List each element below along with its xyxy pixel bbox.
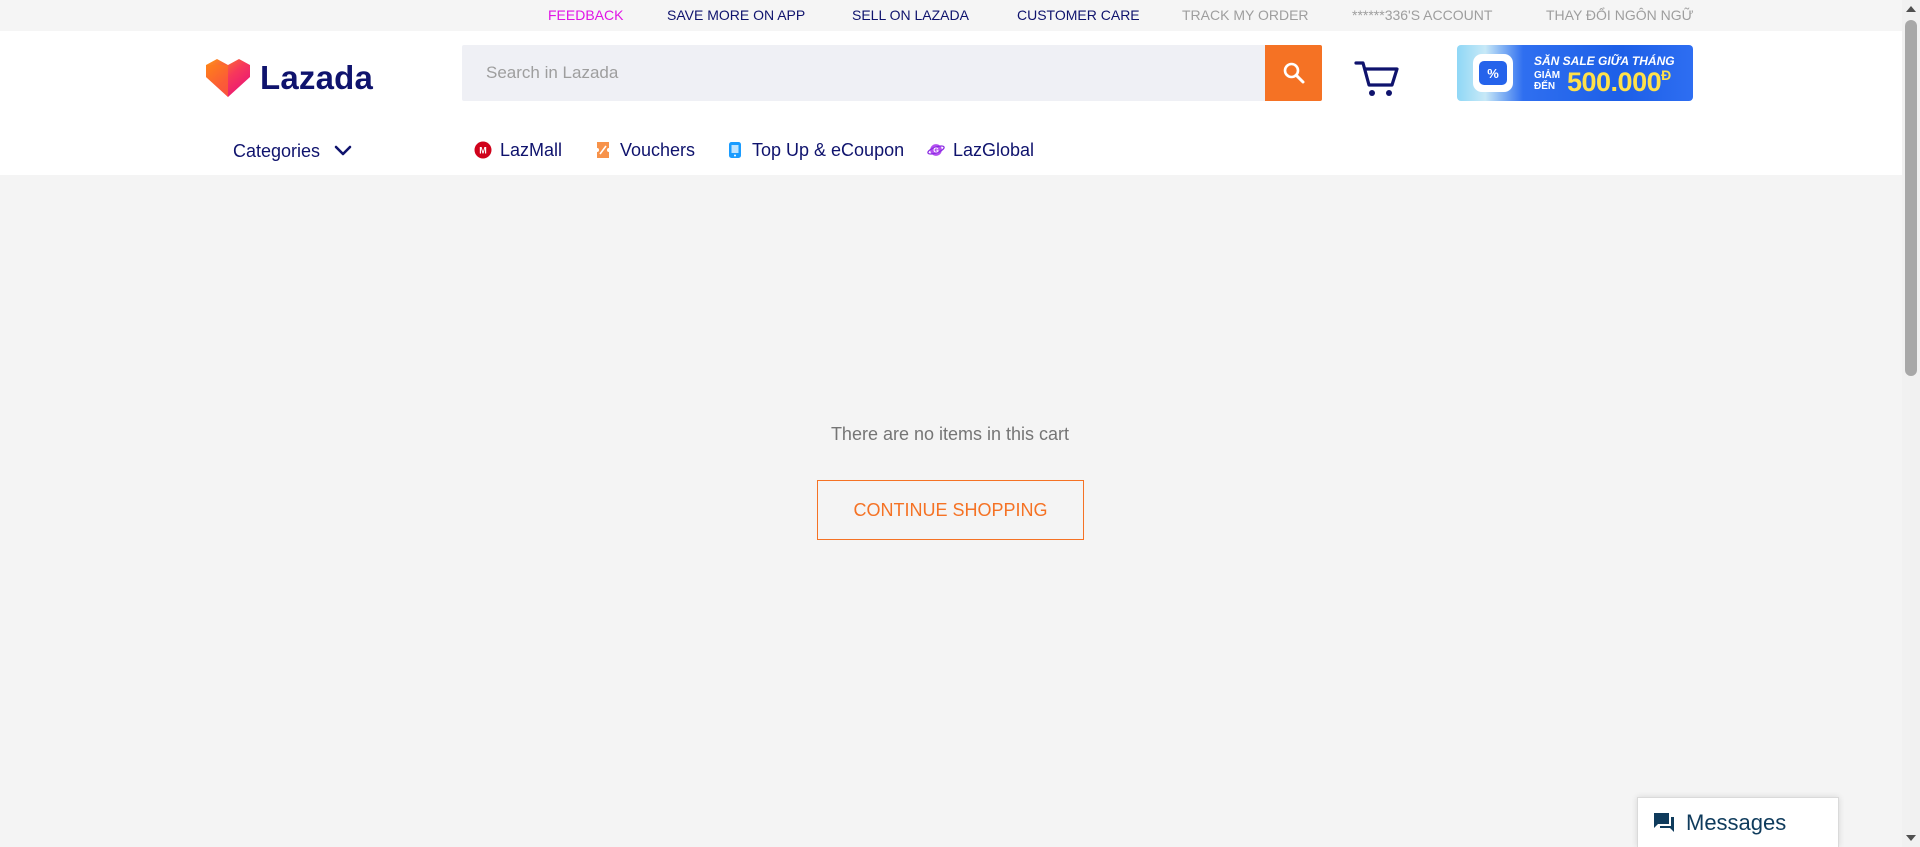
nav-item-label: LazGlobal (953, 139, 1035, 160)
page-scrollbar[interactable] (1902, 0, 1920, 847)
svg-text:G: G (933, 146, 939, 155)
sell-on-lazada-link[interactable]: SELL ON LAZADA (852, 7, 969, 23)
lazada-heart-icon (206, 59, 250, 97)
messages-label: Messages (1686, 809, 1787, 835)
search-input[interactable] (462, 45, 1266, 101)
search-button[interactable] (1265, 45, 1322, 101)
nav-item-lazglobal[interactable]: G LazGlobal (927, 138, 1034, 162)
scroll-up-arrow-icon[interactable] (1902, 0, 1920, 17)
nav-item-topup[interactable]: Top Up & eCoupon (726, 138, 904, 162)
categories-dropdown[interactable]: Categories (233, 139, 352, 163)
lazada-logo[interactable]: Lazada (206, 58, 373, 98)
search-icon (1283, 62, 1304, 84)
customer-care-link[interactable]: CUSTOMER CARE (1017, 7, 1140, 23)
account-link[interactable]: ******336'S ACCOUNT (1352, 7, 1492, 23)
scroll-down-arrow-icon[interactable] (1902, 830, 1920, 847)
categories-label: Categories (233, 140, 321, 161)
messages-widget[interactable]: Messages (1637, 797, 1839, 847)
banner-subtext: GIẢM ĐẾN (1534, 70, 1561, 92)
nav-item-lazmall[interactable]: M LazMall (474, 138, 562, 162)
topup-icon (726, 141, 744, 159)
cart-page: FEEDBACK SAVE MORE ON APP SELL ON LAZADA… (0, 0, 1920, 847)
feedback-link[interactable]: FEEDBACK (548, 7, 623, 23)
voucher-icon (594, 141, 612, 159)
empty-cart-message: There are no items in this cart (830, 424, 1070, 444)
scrollbar-thumb[interactable] (1905, 20, 1917, 376)
banner-amount: 500.000Đ (1567, 67, 1671, 97)
chevron-down-icon (334, 145, 352, 156)
cart-icon (1354, 61, 1399, 96)
continue-shopping-button[interactable]: CONTINUE SHOPPING (817, 480, 1084, 540)
wallet-discount-icon: % (1473, 54, 1513, 92)
top-utility-bar: FEEDBACK SAVE MORE ON APP SELL ON LAZADA… (0, 0, 1902, 31)
lazglobal-icon: G (927, 141, 945, 159)
save-more-on-app-link[interactable]: SAVE MORE ON APP (667, 7, 805, 23)
nav-item-label: Top Up & eCoupon (752, 139, 905, 160)
cart-button[interactable] (1354, 57, 1400, 99)
nav-item-label: LazMall (500, 139, 563, 160)
lazmall-icon: M (474, 141, 492, 159)
svg-text:M: M (479, 146, 487, 156)
nav-item-label: Vouchers (620, 139, 696, 160)
search-bar (462, 45, 1322, 101)
banner-headline: SĂN SALE GIỮA THÁNG (1534, 54, 1675, 68)
chat-icon (1654, 812, 1674, 832)
track-my-order-link[interactable]: TRACK MY ORDER (1182, 7, 1309, 23)
site-header: Lazada % SĂN SALE GIỮA THÁNG GI (0, 31, 1902, 175)
promo-banner[interactable]: % SĂN SALE GIỮA THÁNG GIẢM ĐẾN 500.000Đ (1457, 45, 1693, 101)
logo-text: Lazada (260, 59, 374, 96)
change-language-link[interactable]: THAY ĐỔI NGÔN NGỮ (1546, 7, 1694, 23)
nav-item-vouchers[interactable]: Vouchers (594, 138, 695, 162)
